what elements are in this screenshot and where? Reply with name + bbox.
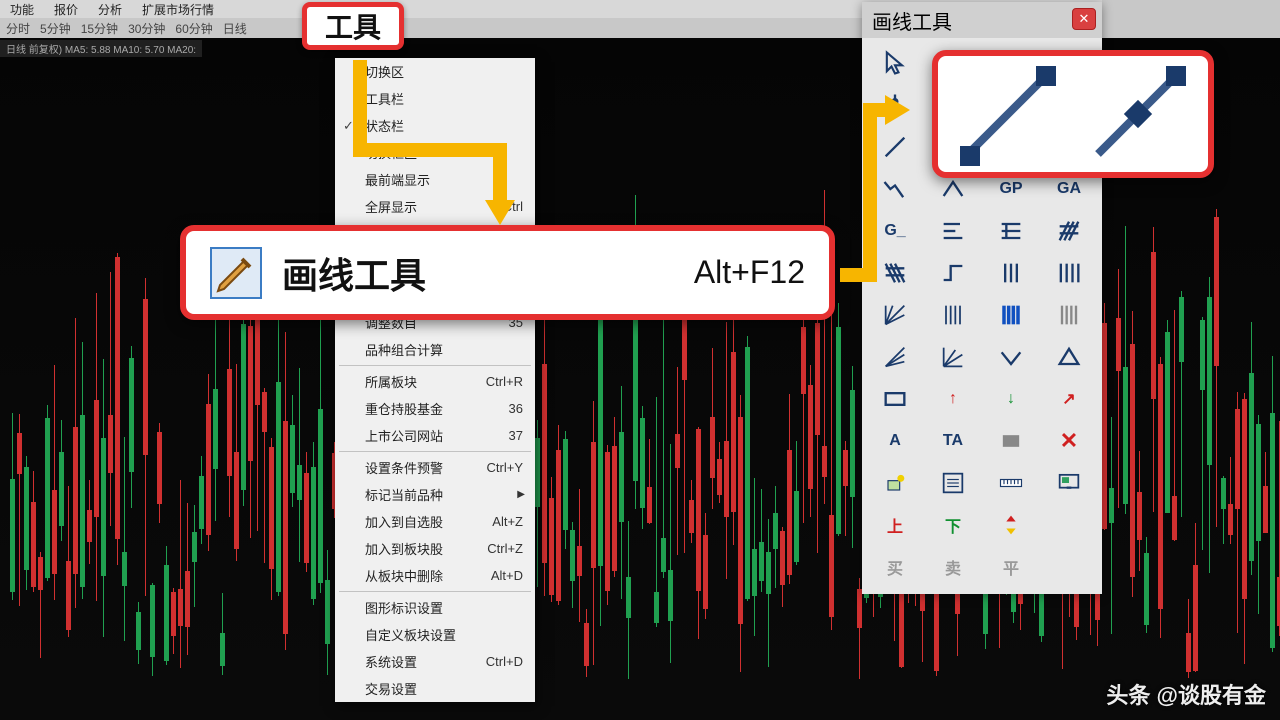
pencil-icon	[210, 247, 262, 299]
vlines-grey-tool-icon[interactable]	[1040, 294, 1098, 336]
submenu-arrow-icon: ▶	[517, 489, 525, 500]
menu-analysis[interactable]: 分析	[88, 0, 132, 18]
menu-item[interactable]: 加入到自选股Alt+Z	[335, 508, 535, 535]
delete-x-tool-icon[interactable]: ✕	[1040, 420, 1098, 462]
hbars-left-tool-icon[interactable]	[924, 210, 982, 252]
tools-menu-button-highlight[interactable]: 工具	[302, 2, 404, 50]
menu-item[interactable]: 所属板块Ctrl+R	[335, 368, 535, 395]
fill-rect-tool-icon[interactable]	[982, 420, 1040, 462]
rectangle-tool-icon[interactable]	[866, 378, 924, 420]
t-lines-tool-icon[interactable]	[982, 210, 1040, 252]
annotation-arrow-2	[830, 80, 920, 305]
menu-functions[interactable]: 功能	[0, 0, 44, 18]
sell-label-tool[interactable]: 卖	[924, 546, 982, 588]
color-node-tool-icon[interactable]	[866, 462, 924, 504]
annotation-arrow-1	[340, 50, 520, 235]
arrow-up-red-icon[interactable]: ↑	[924, 378, 982, 420]
line-endpoint-tool-icon[interactable]	[1078, 64, 1198, 164]
buy-label-tool[interactable]: 买	[866, 546, 924, 588]
list-lines-tool-icon[interactable]	[924, 462, 982, 504]
triangle-tool-icon[interactable]	[1040, 336, 1098, 378]
menu-item[interactable]: 交易设置	[335, 675, 535, 702]
vlines4-tool-icon[interactable]	[1040, 252, 1098, 294]
menu-item[interactable]: 加入到板块股Ctrl+Z	[335, 535, 535, 562]
watermark-text: 头条 @谈股有金	[1106, 678, 1266, 710]
tf-tick[interactable]: 分时	[6, 20, 30, 37]
vlines3-tool-icon[interactable]	[982, 252, 1040, 294]
down-label-tool[interactable]: 下	[924, 504, 982, 546]
draw-tool-shortcut: Alt+F12	[694, 254, 805, 291]
tf-15m[interactable]: 15分钟	[81, 20, 118, 37]
right-toolbar-strip	[1102, 0, 1280, 38]
menu-item[interactable]: 从板块中删除Alt+D	[335, 562, 535, 589]
tf-30m[interactable]: 30分钟	[128, 20, 165, 37]
cursor-tool-icon[interactable]	[866, 42, 924, 84]
ruler-tool-icon[interactable]	[982, 462, 1040, 504]
arrow-down-green-icon[interactable]: ↓	[982, 378, 1040, 420]
down-arrow-wide-icon[interactable]	[982, 336, 1040, 378]
tool-empty	[1040, 546, 1098, 588]
text-a-tool[interactable]: A	[866, 420, 924, 462]
tf-daily[interactable]: 日线	[223, 20, 247, 37]
line-segment-tool-icon[interactable]	[948, 64, 1068, 164]
draw-tool-label: 画线工具	[282, 247, 694, 299]
line-tools-highlight	[932, 50, 1214, 178]
fan-lines-tool-icon[interactable]	[866, 336, 924, 378]
vlines-thin-tool-icon[interactable]	[924, 294, 982, 336]
menu-item[interactable]: 系统设置Ctrl+D	[335, 648, 535, 675]
menu-item[interactable]: 自定义板块设置	[335, 621, 535, 648]
ma-indicator-text: 日线 前复权) MA5: 5.88 MA10: 5.70 MA20:	[0, 40, 202, 57]
menu-ext-market[interactable]: 扩展市场行情	[132, 0, 224, 18]
menu-item[interactable]: 品种组合计算	[335, 336, 535, 363]
tf-60m[interactable]: 60分钟	[175, 20, 212, 37]
close-icon[interactable]: ✕	[1072, 8, 1096, 30]
grid-skew-tool-icon[interactable]	[1040, 210, 1098, 252]
up-label-tool[interactable]: 上	[866, 504, 924, 546]
menu-item[interactable]: 图形标识设置	[335, 594, 535, 621]
palette-title: 画线工具 ✕	[862, 2, 1102, 38]
menu-item[interactable]: 重仓持股基金36	[335, 395, 535, 422]
step-tool-icon[interactable]	[924, 252, 982, 294]
text-ta-tool[interactable]: TA	[924, 420, 982, 462]
menu-item[interactable]: 标记当前品种▶	[335, 481, 535, 508]
menu-item[interactable]: 上市公司网站37	[335, 422, 535, 449]
arrow-diag-red-icon[interactable]: ↗	[1040, 378, 1098, 420]
vlines-blue-tool-icon[interactable]	[982, 294, 1040, 336]
flat-label-tool[interactable]: 平	[982, 546, 1040, 588]
fan-chart-tool-icon[interactable]	[924, 336, 982, 378]
tool-empty	[1040, 504, 1098, 546]
menu-quotes[interactable]: 报价	[44, 0, 88, 18]
draw-tool-menu-item-highlight[interactable]: 画线工具 Alt+F12	[180, 225, 835, 320]
tf-5m[interactable]: 5分钟	[40, 20, 71, 37]
monitor-tool-icon[interactable]	[1040, 462, 1098, 504]
double-arrow-tool-icon[interactable]	[982, 504, 1040, 546]
menu-item[interactable]: 设置条件预警Ctrl+Y	[335, 454, 535, 481]
